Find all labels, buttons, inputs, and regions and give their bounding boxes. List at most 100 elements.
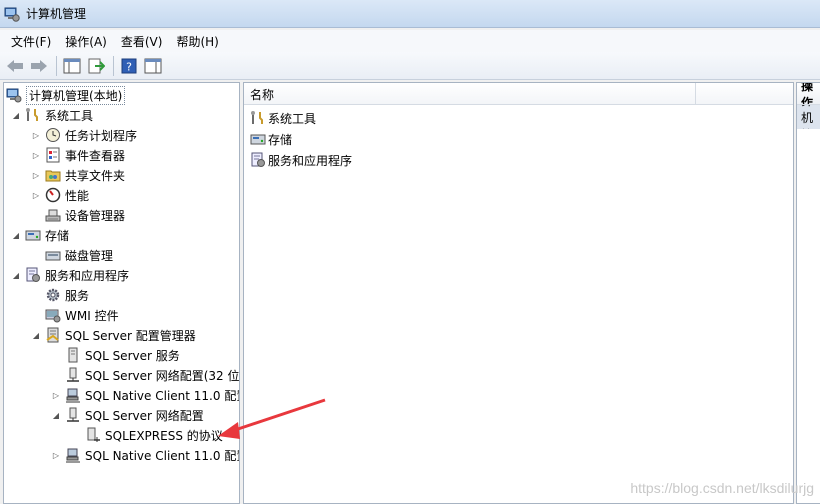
- tree-item-label: SQL Server 服务: [85, 348, 180, 363]
- menu-file[interactable]: 文件(F): [4, 31, 58, 52]
- tree-item-label: 服务: [65, 288, 90, 303]
- help-button[interactable]: ?: [118, 55, 140, 77]
- list-item-services-and-applications[interactable]: 服务和应用程序: [250, 150, 352, 170]
- export-list-button[interactable]: [85, 55, 107, 77]
- toolbar: ?: [0, 52, 820, 80]
- list-item-label: 服务和应用程序: [268, 153, 353, 168]
- services-applications-icon: [26, 267, 40, 282]
- toolbar-separator: [56, 55, 57, 76]
- tools-icon: [26, 108, 38, 121]
- storage-icon: [250, 134, 266, 145]
- tree-item-system-tools[interactable]: ◢ 系统工具: [10, 105, 93, 125]
- tree-item-label: 事件查看器: [65, 148, 126, 163]
- tree-item-label: SQL Native Client 11.0 配置: [85, 448, 240, 463]
- tree-item-device-manager[interactable]: 设备管理器: [30, 205, 125, 225]
- device-manager-icon: [45, 209, 61, 222]
- storage-icon: [25, 230, 41, 241]
- tree-root-label: 计算机管理(本地): [26, 85, 126, 105]
- list-item-label: 系统工具: [268, 111, 317, 126]
- tree-item-sql-native-client[interactable]: ▷ SQL Native Client 11.0 配置: [50, 445, 240, 465]
- actions-header: 操作: [797, 83, 820, 105]
- collapse-arrow-icon[interactable]: ◢: [30, 329, 42, 341]
- column-name-label: 名称: [250, 87, 275, 102]
- tree-item-task-scheduler[interactable]: ▷ 任务计划程序: [30, 125, 137, 145]
- console-tree: 计算机管理(本地) ◢ 系统工具 ▷ 任务计划程序 ▷ 事件查看器 ▷ 共享文件…: [3, 82, 240, 504]
- tree-item-sql-network-config[interactable]: ◢ SQL Server 网络配置: [50, 405, 204, 425]
- menu-action[interactable]: 操作(A): [58, 31, 114, 52]
- menu-view[interactable]: 查看(V): [114, 31, 170, 52]
- tree-item-disk-management[interactable]: 磁盘管理: [30, 245, 113, 265]
- svg-text:?: ?: [126, 60, 132, 73]
- event-viewer-icon: [46, 147, 60, 163]
- collapse-arrow-icon[interactable]: ◢: [10, 109, 22, 121]
- tree-item-shared-folders[interactable]: ▷ 共享文件夹: [30, 165, 125, 185]
- computer-management-icon: [6, 88, 22, 103]
- tree-item-label: SQL Server 配置管理器: [65, 328, 196, 343]
- column-name[interactable]: 名称: [244, 83, 696, 105]
- tree-item-label: 服务和应用程序: [45, 268, 130, 283]
- tree-item-sql-native-client-32[interactable]: ▷ SQL Native Client 11.0 配置: [50, 385, 239, 405]
- expand-arrow-icon[interactable]: ▷: [30, 169, 42, 181]
- show-hide-console-tree-button[interactable]: [61, 55, 83, 77]
- show-hide-action-pane-button[interactable]: [142, 55, 164, 77]
- tree-item-wmi-control[interactable]: WMI 控件: [30, 305, 119, 325]
- title-bar: 计算机管理: [0, 0, 820, 28]
- expand-arrow-icon[interactable]: ▷: [50, 449, 62, 461]
- actions-item-label: 计算机管理: [801, 105, 814, 129]
- menu-bar: 文件(F) 操作(A) 查看(V) 帮助(H): [0, 30, 820, 52]
- list-item-label: 存储: [268, 132, 293, 147]
- tools-icon: [251, 111, 263, 124]
- actions-pane: 操作 计算机管理: [796, 82, 820, 504]
- tree-item-sql-server-config-manager[interactable]: ◢ SQL Server 配置管理器: [30, 325, 196, 345]
- collapse-arrow-icon[interactable]: ◢: [50, 409, 62, 421]
- collapse-arrow-icon[interactable]: ◢: [10, 229, 22, 241]
- tree-item-event-viewer[interactable]: ▷ 事件查看器: [30, 145, 125, 165]
- expand-arrow-icon[interactable]: ▷: [30, 189, 42, 201]
- tree-item-label: WMI 控件: [65, 308, 119, 323]
- performance-gauge-icon: [45, 187, 61, 203]
- back-button[interactable]: [4, 55, 26, 77]
- expand-arrow-icon[interactable]: ▷: [50, 389, 62, 401]
- column-header: 名称: [244, 83, 793, 105]
- expand-arrow-icon[interactable]: ▷: [30, 149, 42, 161]
- actions-item-computer-management[interactable]: 计算机管理: [797, 105, 820, 129]
- tree-item-storage[interactable]: ◢ 存储: [10, 225, 69, 245]
- list-item-system-tools[interactable]: 系统工具: [250, 108, 316, 128]
- tree-item-label: 设备管理器: [65, 208, 126, 223]
- client-config-icon: [66, 388, 80, 403]
- clock-icon: [46, 128, 60, 142]
- toolbar-separator: [113, 55, 114, 76]
- tree-item-sqlexpress-protocols[interactable]: SQLEXPRESS 的协议: [70, 425, 223, 445]
- tree-item-sql-server-services[interactable]: SQL Server 服务: [50, 345, 180, 365]
- tree-item-performance[interactable]: ▷ 性能: [30, 185, 89, 205]
- watermark: https://blog.csdn.net/lksdilurjg: [630, 480, 814, 496]
- list-item-storage[interactable]: 存储: [250, 129, 292, 149]
- tree-item-services-and-applications[interactable]: ◢ 服务和应用程序: [10, 265, 129, 285]
- gear-icon: [46, 288, 60, 302]
- tree-item-label: SQLEXPRESS 的协议: [105, 428, 223, 443]
- client-config-icon: [66, 448, 80, 463]
- actions-header-label: 操作: [801, 83, 814, 105]
- tree-root[interactable]: 计算机管理(本地): [6, 85, 126, 105]
- network-config-icon: [67, 407, 79, 422]
- export-list-icon: [88, 58, 105, 73]
- tree-item-services[interactable]: 服务: [30, 285, 89, 305]
- expand-arrow-icon[interactable]: ▷: [30, 129, 42, 141]
- forward-button[interactable]: [28, 55, 50, 77]
- menu-help[interactable]: 帮助(H): [169, 31, 225, 52]
- shared-folder-icon: [45, 170, 61, 182]
- disk-management-icon: [45, 251, 61, 261]
- sql-server-config-icon: [46, 327, 59, 343]
- collapse-arrow-icon[interactable]: ◢: [10, 269, 22, 281]
- tree-item-sql-network-config-32[interactable]: SQL Server 网络配置(32 位): [50, 365, 239, 385]
- show-hide-action-pane-icon: [144, 58, 162, 73]
- forward-icon: [31, 59, 47, 72]
- wmi-control-icon: [45, 309, 61, 323]
- column-empty[interactable]: [696, 83, 793, 105]
